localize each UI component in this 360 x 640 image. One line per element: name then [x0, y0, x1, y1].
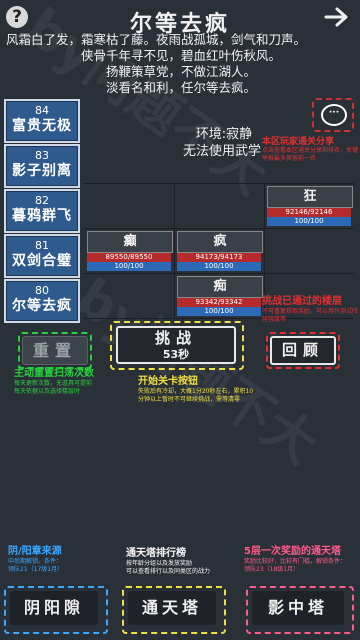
reset-button[interactable]: 重置: [22, 336, 88, 365]
monster-hp: 89550/89550: [87, 253, 171, 262]
source-note-line: 中后期解锁。条件：: [8, 558, 63, 565]
poem-line: 扬鞭策草党，不做江湖人。: [105, 64, 256, 79]
start-note-line: 失败后有冷却，大概1分20秒左右，累积10: [138, 388, 254, 395]
monster-mp: 100/100: [177, 262, 261, 271]
floor-number: 80: [35, 284, 49, 297]
monster-name: 狂: [267, 186, 353, 208]
monster-hp: 92146/92146: [267, 208, 351, 217]
nav-shadow-tower[interactable]: 影中塔: [252, 591, 344, 625]
monster-card[interactable]: 癫 89550/89550 100/100: [87, 231, 173, 271]
environment-status: 无法使用武学: [182, 144, 261, 159]
reward-note-line: 奖励比较好，比较有门槛，解锁条件：: [244, 558, 347, 565]
floor-name: 富贵无极: [12, 118, 72, 134]
floor-number: 83: [35, 149, 49, 162]
monster-card[interactable]: 狂 92146/92146 100/100: [267, 186, 353, 226]
poem-line: 淡看名和利，任尔等去疯。: [105, 80, 256, 95]
monster-name: 痴: [177, 276, 263, 298]
floor-button-81[interactable]: 81 双剑合璧: [4, 234, 80, 278]
floor-button-84[interactable]: 84 富贵无极: [4, 99, 80, 143]
monster-mp: 100/100: [267, 217, 351, 226]
grid-line: [174, 183, 175, 318]
passed-floors-note: 挑战已通过的楼层 不可重复获取奖励，可以用作测试阵容强度等: [262, 296, 358, 324]
passed-note-title: 挑战已通过的楼层: [262, 296, 342, 307]
review-button[interactable]: 回顾: [270, 336, 336, 365]
reset-note-title: 主动重置扫荡次数: [14, 368, 94, 379]
monster-card[interactable]: 痴 93342/93342 100/100: [177, 276, 263, 316]
monster-hp: 94173/94173: [177, 253, 261, 262]
grid-line: [84, 183, 354, 184]
share-note-title: 本区玩家通关分享: [262, 137, 335, 147]
reward-note: 5层一次奖励的通天塔 奖励比较好，比较有门槛，解锁条件： 领队23（18级1月）: [244, 546, 356, 574]
reset-note-line: 每天更新次数，无道具可提前: [14, 380, 93, 387]
share-chat-button[interactable]: ···: [312, 98, 354, 132]
challenge-label: 挑战: [154, 329, 197, 347]
nav-sky-tower[interactable]: 通天塔: [128, 591, 216, 625]
floor-number: 84: [35, 104, 49, 117]
passed-note-sub: 不可重复获取奖励，可以用作测试阵容强度等: [262, 308, 359, 323]
rank-note-title: 通天塔排行榜: [126, 548, 186, 559]
reset-note: 主动重置扫荡次数 每天更新次数，无道具可提前 每天依据以及选择楼层时: [14, 368, 134, 396]
challenge-timer: 53秒: [162, 348, 190, 361]
source-note-title: 阴/阳章来源: [8, 546, 62, 557]
source-note: 阴/阳章来源 中后期解锁。条件： 领队21（17级1月）: [8, 546, 118, 574]
nav-yinyang-gap[interactable]: 阴阳隙: [10, 591, 98, 625]
monster-card[interactable]: 疯 94173/94173 100/100: [177, 231, 263, 271]
floor-button-82[interactable]: 82 暮鸦群飞: [4, 189, 80, 233]
monster-name: 癫: [87, 231, 173, 253]
monster-hp: 93342/93342: [177, 298, 261, 307]
source-note-line: 领队21（17级1月）: [8, 566, 64, 573]
share-note-sub: 点击查看本区通关分享和排名，关键举报最多保留前一名: [262, 147, 359, 162]
reset-note-line: 每天依据以及选择楼层时: [14, 388, 81, 395]
reward-note-title: 5层一次奖励的通天塔: [244, 546, 341, 557]
start-note: 开始关卡按钮 失败后有冷却，大概1分20秒左右，累积10 分钟以上暂时不可继续挑…: [138, 376, 268, 404]
poem: 风霜白了发，霜寒枯了藤。夜雨战孤城，剑气和刀声。 侠骨千年寻不见，碧血红叶伤秋风…: [6, 32, 356, 96]
floor-name: 影子别离: [12, 163, 72, 179]
floor-button-83[interactable]: 83 影子别离: [4, 144, 80, 188]
grid-line: [84, 273, 354, 274]
start-note-title: 开始关卡按钮: [138, 376, 198, 387]
floor-number: 81: [35, 239, 49, 252]
share-note: 本区玩家通关分享 点击查看本区通关分享和排名，关键举报最多保留前一名: [262, 137, 358, 163]
start-note-line: 分钟以上暂时不可继续挑战，需等清零: [138, 396, 241, 403]
monster-mp: 100/100: [177, 307, 261, 316]
grid-line: [84, 228, 354, 229]
poem-line: 风霜白了发，霜寒枯了藤。夜雨战孤城，剑气和刀声。: [6, 32, 307, 47]
monster-name: 疯: [177, 231, 263, 253]
floor-number: 82: [35, 194, 49, 207]
rank-note: 通天塔排行榜 按年龄分组以及发放奖励 可以查看排行以及同类区的战力: [126, 548, 236, 576]
challenge-button[interactable]: 挑战 53秒: [116, 326, 236, 364]
floor-name: 尔等去疯: [12, 298, 72, 314]
floor-name: 暮鸦群飞: [12, 208, 72, 224]
floor-name: 双剑合璧: [12, 253, 72, 269]
monster-mp: 100/100: [87, 262, 171, 271]
back-arrow-icon[interactable]: [324, 6, 352, 28]
chat-bubble-icon: ···: [321, 104, 347, 126]
rank-note-line: 可以查看排行以及同类区的战力: [126, 568, 211, 575]
reward-note-line: 领队23（18级1月）: [244, 566, 300, 573]
rank-note-line: 按年龄分组以及发放奖励: [126, 560, 193, 567]
floor-button-80[interactable]: 80 尔等去疯: [4, 279, 80, 323]
poem-line: 侠骨千年寻不见，碧血红叶伤秋风。: [80, 48, 281, 63]
